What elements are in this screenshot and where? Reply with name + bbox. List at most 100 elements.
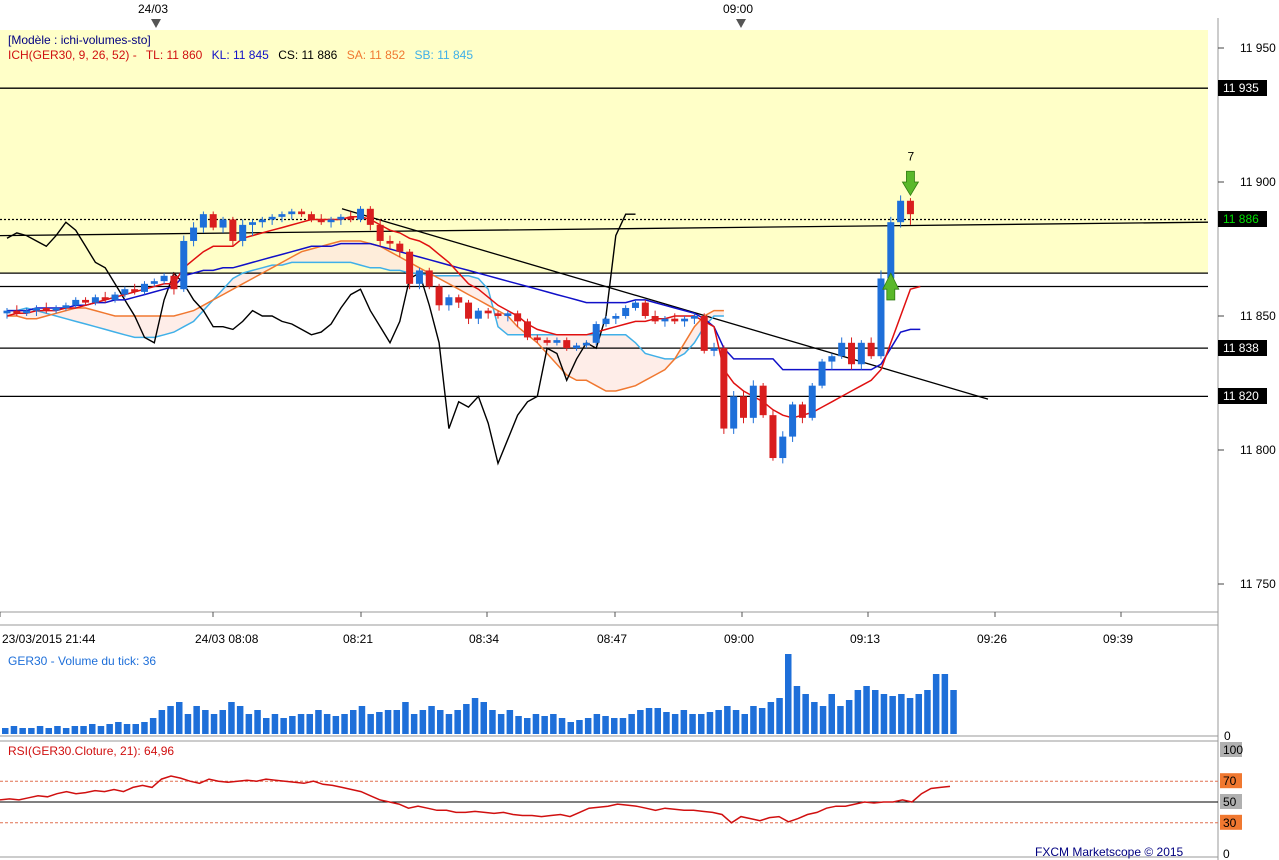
- volume-bar: [184, 714, 192, 734]
- volume-bar: [149, 718, 157, 734]
- volume-bar: [532, 714, 540, 734]
- date-marker-icon: [151, 19, 161, 28]
- volume-panel[interactable]: GER30 - Volume du tick: 36 0: [2, 654, 1231, 743]
- volume-bar: [506, 710, 514, 734]
- volume-bar: [176, 702, 183, 734]
- price-tick-label: 11 850: [1240, 309, 1276, 323]
- candle: [769, 415, 777, 459]
- volume-bar: [593, 714, 601, 734]
- candle: [573, 345, 581, 349]
- volume-bar: [950, 690, 957, 734]
- candle: [622, 307, 630, 316]
- volume-title: GER30 - Volume du tick: 36: [8, 654, 156, 668]
- candle: [690, 316, 698, 319]
- rsi-level-label: 50: [1223, 795, 1237, 809]
- volume-bar: [123, 724, 131, 734]
- candle: [180, 240, 188, 290]
- candle: [307, 214, 315, 220]
- candle: [376, 224, 384, 241]
- candle: [484, 310, 492, 314]
- volume-bar: [45, 728, 52, 734]
- ich-label: ICH(GER30, 9, 26, 52) -: [8, 48, 137, 62]
- candle: [23, 310, 31, 314]
- volume-bar: [915, 694, 922, 734]
- volume-bar: [297, 714, 305, 734]
- rsi-line: [0, 775, 951, 824]
- volume-bar: [776, 698, 783, 734]
- volume-bar: [732, 710, 740, 734]
- candle: [190, 227, 198, 241]
- candle: [749, 385, 757, 418]
- candle: [366, 208, 374, 225]
- volume-bar: [698, 714, 705, 734]
- volume-bar: [654, 708, 661, 734]
- candle: [317, 219, 325, 223]
- volume-bar: [410, 714, 418, 734]
- volume-bar: [210, 714, 218, 734]
- time-tick-label: 23/03/2015 21:44: [2, 632, 96, 646]
- candle: [249, 222, 256, 225]
- level-label-11935: 11 935: [1223, 81, 1259, 95]
- candle: [514, 313, 522, 322]
- volume-bar: [80, 726, 87, 734]
- candle: [661, 318, 669, 322]
- rsi-level-label: 70: [1223, 774, 1237, 788]
- volume-bar: [393, 710, 400, 734]
- volume-bar: [445, 714, 453, 734]
- volume-bar: [89, 724, 96, 734]
- time-tick-label: 09:26: [977, 632, 1007, 646]
- volume-bar: [619, 718, 627, 734]
- price-panel[interactable]: 7: [0, 30, 1209, 612]
- kl-label: KL: 11 845: [212, 48, 269, 62]
- volume-bar: [437, 710, 444, 734]
- volume-bar: [19, 728, 26, 734]
- rsi-title: RSI(GER30.Cloture, 21): 64,96: [8, 744, 174, 758]
- candle: [553, 340, 561, 343]
- volume-bar: [724, 706, 731, 734]
- current-price-label: 11 886: [1223, 212, 1259, 226]
- sb-label: SB: 11 845: [415, 48, 474, 62]
- volume-bar: [2, 728, 9, 734]
- candle: [72, 299, 80, 306]
- time-tick-label: 08:47: [597, 632, 627, 646]
- volume-bar: [680, 710, 688, 734]
- volume-bar: [315, 710, 322, 734]
- volume-bar: [932, 674, 940, 734]
- candle: [700, 316, 708, 351]
- candle: [239, 224, 247, 241]
- volume-bar: [576, 720, 583, 734]
- candle: [219, 219, 227, 228]
- volume-bar: [541, 716, 548, 734]
- candle: [111, 294, 119, 300]
- candle: [740, 396, 747, 418]
- volume-bar: [637, 710, 644, 734]
- candle: [474, 310, 482, 319]
- volume-bar: [306, 714, 313, 734]
- rsi-panel[interactable]: RSI(GER30.Cloture, 21): 64,96 100 70 50 30 0: [0, 742, 1243, 860]
- level-label-11820: 11 820: [1223, 389, 1259, 403]
- sa-label: SA: 11 852: [347, 48, 406, 62]
- rsi-level-label: 100: [1223, 743, 1243, 757]
- volume-bar: [758, 708, 766, 734]
- volume-bar: [880, 694, 888, 734]
- candle: [730, 396, 738, 429]
- volume-bar: [471, 698, 479, 734]
- volume-bar: [863, 686, 870, 734]
- volume-bar: [236, 706, 244, 734]
- candle: [298, 211, 306, 215]
- candle: [759, 385, 767, 416]
- candle: [121, 289, 129, 295]
- volume-bar: [358, 706, 366, 734]
- volume-bar: [689, 714, 696, 734]
- copyright-label: FXCM Marketscope © 2015: [1035, 845, 1184, 859]
- candle: [789, 404, 797, 437]
- volume-bar: [167, 706, 174, 734]
- candle: [779, 436, 787, 459]
- volume-bar: [97, 726, 105, 734]
- volume-bar: [550, 714, 557, 734]
- volume-bar: [602, 716, 609, 734]
- candle: [268, 216, 276, 220]
- volume-bar: [323, 714, 331, 734]
- candle: [592, 324, 600, 343]
- level-label-11838: 11 838: [1223, 341, 1259, 355]
